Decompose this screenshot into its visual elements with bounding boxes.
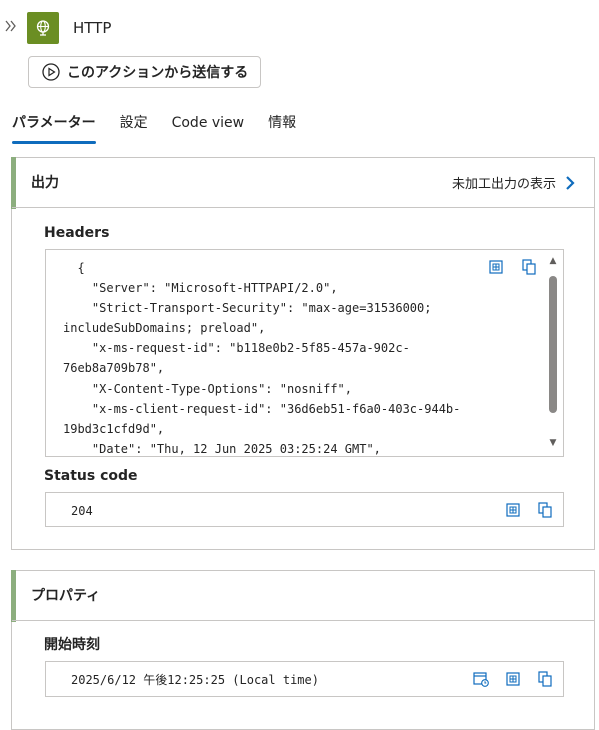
- properties-section-header[interactable]: プロパティ: [12, 571, 594, 621]
- headers-json-line: "x-ms-client-request-id": "36d6eb51-f6a0…: [63, 401, 461, 416]
- show-raw-output-link[interactable]: 未加工出力の表示: [452, 173, 576, 192]
- start-time-field[interactable]: 2025/6/12 午後12:25:25 (Local time): [45, 661, 564, 697]
- expand-grid-icon: [506, 503, 520, 517]
- output-section: 出力 未加工出力の表示 Headers { "Server": "Microso…: [11, 157, 595, 550]
- tab-info[interactable]: 情報: [268, 112, 296, 146]
- expand-panel-icon[interactable]: [4, 19, 20, 35]
- expand-grid-icon: [506, 672, 520, 686]
- headers-json-line: "X-Content-Type-Options": "nosniff",: [63, 381, 352, 396]
- tab-code-view[interactable]: Code view: [172, 112, 245, 146]
- tab-settings[interactable]: 設定: [120, 112, 148, 146]
- tab-bar: パラメーター 設定 Code view 情報: [12, 112, 320, 146]
- globe-icon: [36, 20, 50, 36]
- http-action-icon: [27, 12, 59, 44]
- headers-json-line: "Strict-Transport-Security": "max-age=31…: [63, 301, 432, 316]
- expand-start-time-button[interactable]: [504, 670, 522, 688]
- send-button-label: このアクションから送信する: [67, 65, 249, 81]
- copy-headers-button[interactable]: [520, 258, 538, 276]
- convert-time-button[interactable]: [472, 670, 490, 688]
- start-time-value: 2025/6/12 午後12:25:25 (Local time): [71, 673, 319, 687]
- calendar-clock-icon: [473, 672, 489, 687]
- output-section-title: 出力: [31, 175, 59, 191]
- send-from-this-action-button[interactable]: このアクションから送信する: [28, 56, 261, 88]
- headers-json-line: {: [63, 261, 85, 275]
- scroll-up-arrow[interactable]: ▲: [548, 256, 558, 266]
- headers-json-content: { "Server": "Microsoft-HTTPAPI/2.0", "St…: [63, 258, 475, 456]
- start-time-label: 開始時刻: [44, 637, 100, 653]
- copy-icon: [522, 259, 536, 275]
- properties-section: プロパティ 開始時刻 2025/6/12 午後12:25:25 (Local t…: [11, 570, 595, 730]
- headers-label: Headers: [44, 225, 110, 241]
- action-title: HTTP: [73, 19, 112, 37]
- show-raw-output-label: 未加工出力の表示: [451, 177, 556, 192]
- status-code-field[interactable]: 204: [45, 492, 564, 527]
- copy-status-button[interactable]: [536, 501, 554, 519]
- headers-scrollbar-thumb[interactable]: [549, 276, 557, 413]
- headers-json-line: "Server": "Microsoft-HTTPAPI/2.0",: [63, 281, 338, 296]
- copy-start-time-button[interactable]: [536, 670, 554, 688]
- headers-json-line: "x-ms-request-id": "b118e0b2-5f85-457a-9…: [63, 341, 410, 376]
- copy-icon: [538, 502, 552, 518]
- expand-status-button[interactable]: [504, 501, 522, 519]
- properties-section-title: プロパティ: [31, 588, 101, 604]
- copy-icon: [538, 671, 552, 687]
- output-section-header[interactable]: 出力 未加工出力の表示: [12, 158, 594, 208]
- tab-parameters[interactable]: パラメーター: [12, 112, 96, 146]
- chevron-right-icon: [566, 175, 575, 190]
- headers-field[interactable]: { "Server": "Microsoft-HTTPAPI/2.0", "St…: [45, 249, 564, 457]
- expand-grid-icon: [489, 260, 503, 274]
- expand-headers-button[interactable]: [487, 258, 505, 276]
- headers-json-line: 19bd3c1cfd9d",: [63, 421, 165, 436]
- status-code-value: 204: [71, 504, 93, 518]
- scroll-down-arrow[interactable]: ▼: [548, 438, 558, 448]
- status-code-label: Status code: [44, 468, 138, 484]
- play-send-icon: [42, 63, 60, 81]
- headers-json-line: includeSubDomains; preload",: [63, 321, 266, 336]
- headers-json-line: "Date": "Thu, 12 Jun 2025 03:25:24 GMT",: [63, 441, 381, 456]
